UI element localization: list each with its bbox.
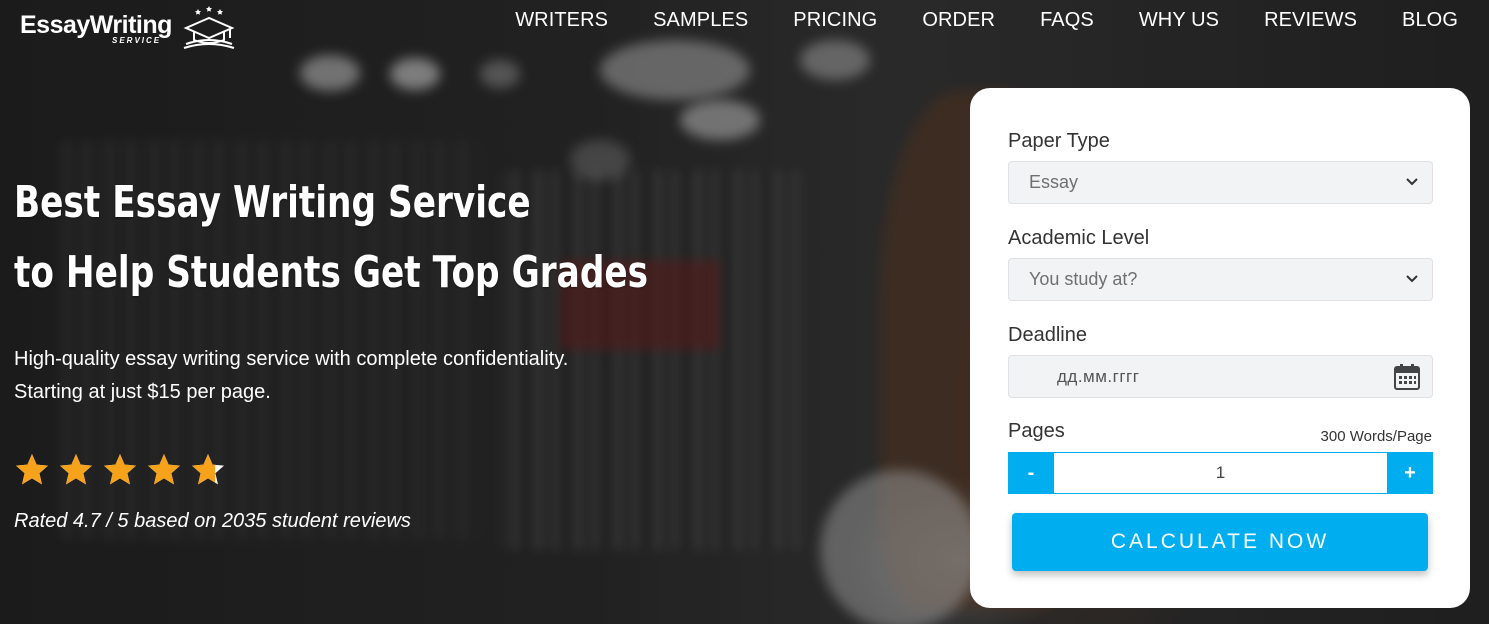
nav-pricing[interactable]: PRICING — [793, 9, 877, 32]
nav-faqs[interactable]: FAQS — [1040, 9, 1094, 32]
calculate-now-button[interactable]: CALCULATE NOW — [1012, 513, 1428, 571]
nav-order[interactable]: ORDER — [922, 9, 995, 32]
main-nav: WRITERS SAMPLES PRICING ORDER FAQS WHY U… — [515, 9, 1458, 32]
nav-samples[interactable]: SAMPLES — [653, 9, 748, 32]
deadline-label: Deadline — [1008, 324, 1087, 346]
star-icon — [60, 454, 92, 485]
nav-why-us[interactable]: WHY US — [1139, 9, 1219, 32]
deadline-placeholder: дд.мм.гггг — [1057, 367, 1140, 386]
star-icon — [148, 454, 180, 485]
hero-subtitle: High-quality essay writing service with … — [14, 343, 568, 409]
academic-level-placeholder: You study at? — [1029, 269, 1138, 289]
hero-title-line-1: Best Essay Writing Service — [14, 177, 531, 228]
nav-reviews[interactable]: REVIEWS — [1264, 9, 1357, 32]
rating-stars — [14, 452, 226, 488]
calendar-icon[interactable] — [1393, 363, 1421, 391]
academic-level-label: Academic Level — [1008, 227, 1150, 249]
decrease-pages-button[interactable]: - — [1008, 452, 1054, 494]
words-per-page: 300 Words/Page — [1320, 428, 1432, 445]
increase-pages-button[interactable]: + — [1387, 452, 1433, 494]
site-header: EssayWriting SERVICE WRITERS SAMPLES PRI… — [0, 0, 1489, 49]
star-icon — [104, 454, 136, 485]
graduation-cap-icon — [180, 6, 238, 55]
site-logo[interactable]: EssayWriting SERVICE — [20, 4, 238, 55]
hero-subtitle-line-1: High-quality essay writing service with … — [14, 348, 569, 370]
price-calculator-card: Paper Type Essay Academic Level You stud… — [970, 88, 1470, 608]
star-icon — [192, 454, 224, 485]
pages-stepper: - 1 + — [1008, 452, 1433, 494]
deadline-date-input[interactable]: дд.мм.гггг — [1008, 355, 1433, 398]
hero-subtitle-line-2: Starting at just $15 per page. — [14, 381, 271, 403]
pages-label: Pages — [1008, 420, 1065, 442]
nav-writers[interactable]: WRITERS — [515, 9, 608, 32]
paper-type-label: Paper Type — [1008, 130, 1110, 152]
pages-input[interactable]: 1 — [1054, 452, 1387, 494]
hero-title: Best Essay Writing Service to Help Stude… — [14, 168, 648, 308]
chevron-down-icon — [1406, 178, 1418, 186]
star-icon — [16, 454, 48, 485]
logo-subtext: SERVICE — [112, 36, 162, 45]
hero-title-line-2: to Help Students Get Top Grades — [14, 247, 649, 298]
paper-type-select[interactable]: Essay — [1008, 161, 1433, 204]
academic-level-select[interactable]: You study at? — [1008, 258, 1433, 301]
paper-type-value: Essay — [1029, 172, 1079, 192]
chevron-down-icon — [1406, 275, 1418, 283]
nav-blog[interactable]: BLOG — [1402, 9, 1458, 32]
rating-text: Rated 4.7 / 5 based on 2035 student revi… — [14, 510, 411, 532]
